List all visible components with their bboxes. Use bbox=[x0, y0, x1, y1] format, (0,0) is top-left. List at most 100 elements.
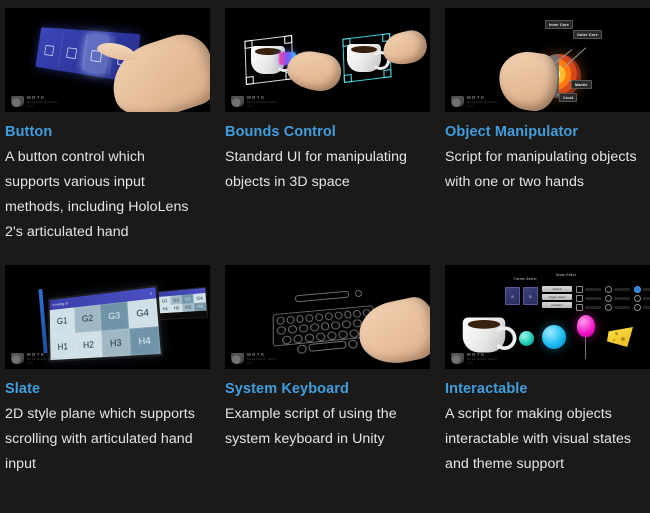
keyboard-key bbox=[352, 309, 362, 318]
small-sphere-object bbox=[519, 331, 534, 346]
card-system-keyboard[interactable]: MRTK Mixed Reality Toolkit v2.5 System K… bbox=[225, 265, 435, 477]
state-options-b bbox=[605, 286, 630, 311]
scene-slate: Scrolling UI ✕ G1 G2 G3 G4 H1 H2 H3 H4 G… bbox=[5, 265, 210, 369]
slate-panel-main: Scrolling UI ✕ G1 G2 G3 G4 H1 H2 H3 H4 bbox=[47, 284, 164, 363]
option-label bbox=[643, 288, 650, 291]
checkbox-icon bbox=[576, 286, 583, 293]
option-label bbox=[585, 306, 601, 309]
hand-illustration bbox=[495, 48, 561, 112]
keyboard-key bbox=[298, 323, 309, 333]
button-glyph-icon bbox=[43, 44, 55, 57]
keyboard-key bbox=[304, 333, 315, 343]
coffee-mug-right bbox=[347, 44, 390, 72]
card-title-link[interactable]: System Keyboard bbox=[225, 381, 349, 398]
slate-panel-secondary: G1 G2 G3 G4 H1 H2 H3 H4 bbox=[157, 286, 209, 321]
card-title-link[interactable]: Object Manipulator bbox=[445, 124, 578, 141]
card-title-link[interactable]: Interactable bbox=[445, 381, 528, 398]
state-option bbox=[634, 304, 650, 311]
scene-object-manipulator: Inner Core Outer Core Mantle Crust bbox=[445, 8, 650, 112]
option-label bbox=[614, 306, 630, 309]
button-cell bbox=[58, 32, 84, 70]
keyboard-key bbox=[287, 324, 298, 334]
bbox-corner-icon bbox=[383, 69, 392, 79]
hand-illustration bbox=[353, 293, 430, 369]
button-glyph-icon bbox=[65, 47, 78, 60]
option-label bbox=[614, 288, 630, 291]
slate-content-grid-mini: G1 G2 G3 G4 H1 H2 H3 H4 bbox=[159, 292, 207, 314]
large-sphere-object bbox=[542, 325, 566, 349]
state-options-c bbox=[634, 286, 650, 311]
keyboard-key bbox=[276, 325, 286, 335]
card-title-link[interactable]: Slate bbox=[5, 381, 40, 398]
option-label bbox=[643, 306, 650, 309]
state-option bbox=[576, 295, 601, 302]
option-label bbox=[585, 288, 601, 291]
keyboard-key bbox=[324, 312, 334, 321]
slate-cell: H2 bbox=[170, 303, 183, 313]
keyboard-key bbox=[341, 320, 352, 329]
state-options-a bbox=[576, 286, 601, 311]
thumbnail-bounds-control[interactable]: MRTK Mixed Reality Toolkit v2.5 bbox=[225, 8, 430, 112]
keyboard-key bbox=[295, 314, 305, 324]
state-option bbox=[576, 304, 601, 311]
thumbnail-button[interactable]: MRTK Mixed Reality Toolkit v2.5 bbox=[5, 8, 210, 112]
slate-cell: H4 bbox=[193, 301, 207, 312]
card-interactable[interactable]: Theme Select State Effect A B Default To… bbox=[445, 265, 650, 477]
keyboard-key bbox=[282, 335, 292, 345]
cheese-hole bbox=[621, 337, 625, 341]
keyboard-key bbox=[334, 311, 343, 320]
card-description: A script for making objects interactable… bbox=[445, 406, 632, 472]
slate-cell: G4 bbox=[127, 298, 159, 329]
slate-content-grid: G1 G2 G3 G4 H1 H2 H3 H4 bbox=[49, 298, 161, 361]
button-cell bbox=[37, 31, 59, 66]
keyboard-key bbox=[337, 330, 349, 340]
slate-close-icon: ✕ bbox=[149, 291, 153, 296]
keyboard-key bbox=[276, 316, 285, 326]
card-description: Standard UI for manipulating objects in … bbox=[225, 149, 407, 190]
scene-button-press bbox=[5, 8, 210, 112]
thumbnail-slate[interactable]: Scrolling UI ✕ G1 G2 G3 G4 H1 H2 H3 H4 G… bbox=[5, 265, 210, 369]
keyboard-key bbox=[305, 313, 314, 323]
state-option bbox=[605, 286, 630, 293]
card-bounds-control[interactable]: MRTK Mixed Reality Toolkit v2.5 Bounds C… bbox=[225, 8, 435, 245]
slate-cell: H3 bbox=[181, 302, 195, 312]
keyboard-key bbox=[326, 331, 338, 341]
keyboard-key bbox=[309, 322, 320, 332]
slate-cell: H3 bbox=[101, 328, 131, 358]
thumbnail-system-keyboard[interactable]: MRTK Mixed Reality Toolkit v2.5 bbox=[225, 265, 430, 369]
slate-edge-highlight bbox=[38, 288, 48, 354]
theme-tile: A bbox=[505, 287, 520, 305]
card-title-link[interactable]: Bounds Control bbox=[225, 124, 336, 141]
radio-icon-selected bbox=[634, 286, 641, 293]
keyboard-spacebar bbox=[308, 340, 347, 352]
card-title-link[interactable]: Button bbox=[5, 124, 52, 141]
option-label bbox=[643, 297, 650, 300]
theme-tiles: A B bbox=[505, 287, 538, 309]
label-outer-core: Outer Core bbox=[573, 30, 602, 39]
slate-window-title: Scrolling UI bbox=[52, 301, 69, 307]
scene-bounds-control bbox=[225, 8, 430, 112]
slate-cell: G2 bbox=[74, 304, 102, 333]
slate-cell: H1 bbox=[159, 304, 172, 314]
radio-icon bbox=[634, 295, 641, 302]
state-option bbox=[576, 286, 601, 293]
building-blocks-grid: MRTK Mixed Reality Toolkit v2.5 Button A… bbox=[0, 0, 650, 477]
card-slate[interactable]: Scrolling UI ✕ G1 G2 G3 G4 H1 H2 H3 H4 G… bbox=[5, 265, 215, 477]
slate-cell: H1 bbox=[50, 332, 76, 361]
card-object-manipulator[interactable]: Inner Core Outer Core Mantle Crust MRTK … bbox=[445, 8, 650, 245]
label-crust: Crust bbox=[559, 93, 578, 102]
state-option-active bbox=[634, 286, 650, 293]
checkbox-icon bbox=[576, 295, 583, 302]
cheese-hole bbox=[615, 332, 618, 335]
thumbnail-object-manipulator[interactable]: Inner Core Outer Core Mantle Crust MRTK … bbox=[445, 8, 650, 112]
radio-icon bbox=[634, 304, 641, 311]
thumbnail-interactable[interactable]: Theme Select State Effect A B Default To… bbox=[445, 265, 650, 369]
state-button: Default bbox=[542, 286, 572, 292]
option-label bbox=[585, 297, 601, 300]
card-button[interactable]: MRTK Mixed Reality Toolkit v2.5 Button A… bbox=[5, 8, 215, 245]
keyboard-key bbox=[315, 332, 326, 342]
state-option bbox=[605, 304, 630, 311]
keyboard-key bbox=[320, 321, 331, 331]
keyboard-mic-icon bbox=[355, 290, 362, 297]
keyboard-key bbox=[347, 339, 359, 349]
